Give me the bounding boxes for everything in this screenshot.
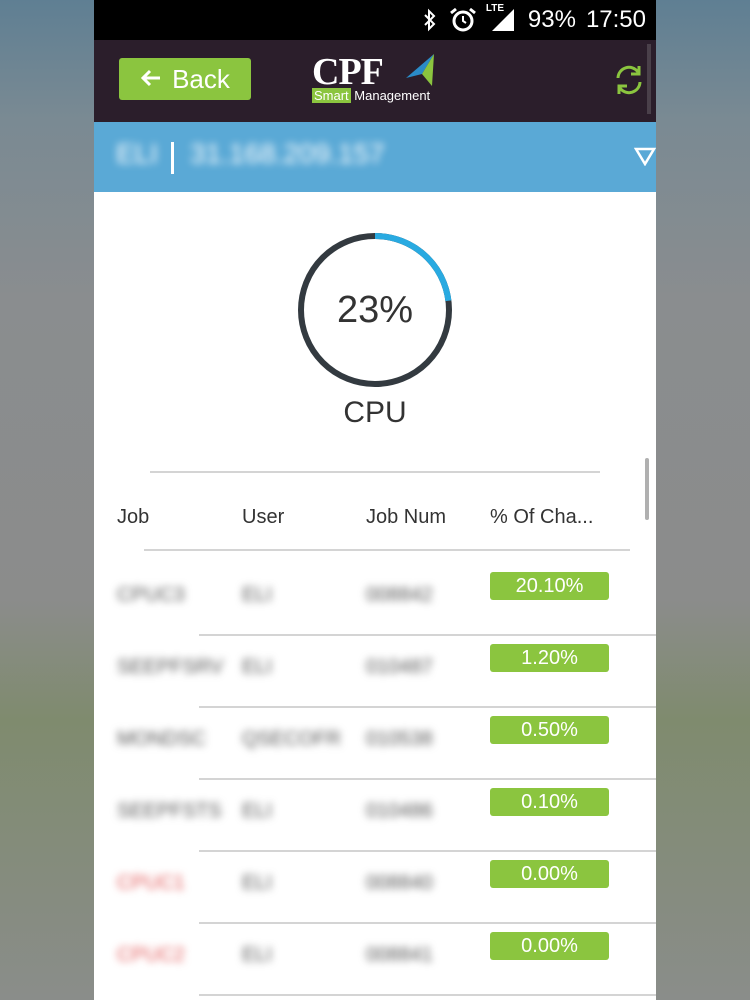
server-separator	[171, 142, 174, 174]
column-header-job: Job	[117, 506, 150, 528]
back-button-label: Back	[172, 63, 230, 94]
table-row[interactable]: CPUC1 ELI 008840 0.00%	[94, 852, 656, 924]
job-name: CPUC2	[117, 944, 185, 966]
divider	[150, 471, 600, 473]
table-row[interactable]: CPUC3 ELI 008842 20.10%	[94, 564, 656, 636]
job-name: MONDSC	[117, 728, 206, 750]
cpu-percent-badge: 0.00%	[490, 860, 609, 888]
cpu-gauge: 23%	[295, 230, 455, 390]
app-header: Back CPF Smart Management	[94, 40, 656, 122]
cpu-percent-badge: 0.00%	[490, 932, 609, 960]
header-scrollbar	[647, 44, 651, 114]
back-button[interactable]: Back	[119, 58, 251, 100]
cpu-label: CPU	[343, 396, 407, 429]
column-header-percent: % Of Cha...	[490, 506, 594, 528]
status-icons: LTE 93% 17:50	[422, 0, 646, 40]
column-header-job-num: Job Num	[366, 506, 447, 528]
user-name: ELI	[242, 656, 273, 678]
user-name: ELI	[242, 800, 273, 822]
job-name: SEEPFSTS	[117, 800, 222, 822]
cpu-percentage: 23%	[336, 288, 414, 331]
refresh-icon[interactable]	[612, 62, 646, 98]
table-row[interactable]: MONDSC QSECOFR 010538 0.50%	[94, 708, 656, 780]
job-number: 010538	[366, 728, 433, 750]
triangle-down-icon[interactable]	[633, 146, 656, 171]
alarm-clock-icon	[448, 7, 478, 33]
user-name: ELI	[242, 584, 273, 606]
table-header-divider	[144, 549, 630, 551]
row-divider	[199, 994, 656, 996]
job-number: 008840	[366, 872, 433, 894]
cpu-percent-badge: 0.50%	[490, 716, 609, 744]
job-number: 010486	[366, 800, 433, 822]
job-name: SEEPFSRV	[117, 656, 224, 678]
status-bar: LTE 93% 17:50	[94, 0, 656, 40]
logo-triangle-icon	[406, 54, 434, 86]
signal-icon: LTE	[486, 3, 518, 33]
job-number: 008842	[366, 584, 433, 606]
job-number: 008841	[366, 944, 433, 966]
logo-subtitle: Smart Management	[312, 88, 431, 103]
cpu-percent-badge: 20.10%	[490, 572, 609, 600]
user-name: QSECOFR	[242, 728, 341, 750]
server-name: ELI	[116, 138, 159, 169]
column-header-user: User	[242, 506, 285, 528]
cpu-percent-badge: 0.10%	[490, 788, 609, 816]
job-name: CPUC3	[117, 584, 185, 606]
table-row[interactable]: SEEPFSRV ELI 010487 1.20%	[94, 636, 656, 708]
clock-time: 17:50	[585, 6, 646, 33]
user-name: ELI	[242, 872, 273, 894]
battery-level: 93%	[527, 6, 576, 33]
cpu-percent-badge: 1.20%	[490, 644, 609, 672]
bluetooth-icon	[422, 8, 438, 32]
job-name: CPUC1	[117, 872, 185, 894]
server-selector[interactable]: ELI 31.168.209.157	[94, 122, 656, 192]
arrow-left-icon	[140, 64, 162, 95]
cpf-logo: CPF Smart Management	[310, 50, 442, 108]
job-number: 010487	[366, 656, 433, 678]
table-header: Job User Job Num % Of Cha...	[94, 498, 656, 538]
table-row[interactable]: CPUC2 ELI 008841 0.00%	[94, 924, 656, 996]
phone-screen: LTE 93% 17:50 Back CPF Smart Management …	[94, 0, 656, 1000]
table-row[interactable]: SEEPFSTS ELI 010486 0.10%	[94, 780, 656, 852]
server-address: 31.168.209.157	[190, 138, 385, 169]
user-name: ELI	[242, 944, 273, 966]
